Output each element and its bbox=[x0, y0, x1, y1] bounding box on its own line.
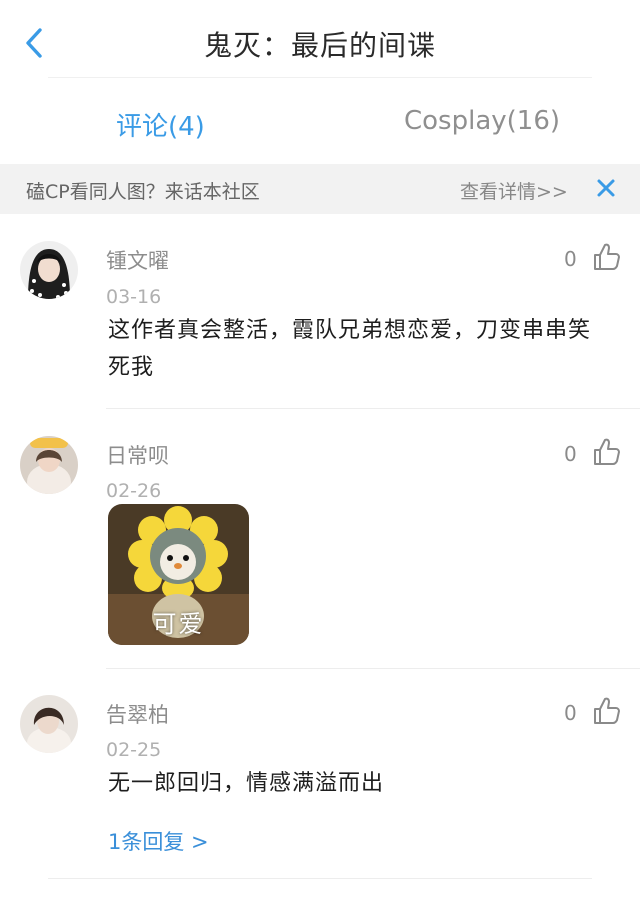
close-icon bbox=[597, 179, 615, 197]
banner-details-link[interactable]: 查看详情>> bbox=[460, 177, 568, 204]
comment-divider bbox=[106, 408, 640, 409]
like-count: 0 bbox=[564, 247, 577, 271]
sticker-caption: 可爱 bbox=[152, 610, 205, 638]
tab-cosplay[interactable]: Cosplay(16) bbox=[404, 106, 560, 136]
header-divider bbox=[48, 77, 592, 78]
avatar[interactable] bbox=[20, 241, 78, 299]
banner-close-button[interactable] bbox=[594, 176, 618, 200]
avatar[interactable] bbox=[20, 695, 78, 753]
promo-banner: 磕CP看同人图？来话本社区 查看详情>> bbox=[0, 164, 640, 214]
replies-link[interactable]: 1条回复 > bbox=[108, 826, 209, 856]
like-button[interactable] bbox=[592, 696, 622, 726]
like-button[interactable] bbox=[592, 437, 622, 467]
avatar-image bbox=[20, 241, 78, 299]
thumbs-up-icon bbox=[594, 243, 620, 270]
comment-username[interactable]: 锺文曜 bbox=[106, 245, 169, 275]
like-button[interactable] bbox=[592, 242, 622, 272]
comment-text: 无一郎回归，情感满溢而出 bbox=[108, 771, 385, 796]
comment-item: 锺文曜 03-16 这作者真会整活，霞队兄弟想恋爱，刀变串串笑死我 0 bbox=[0, 236, 640, 411]
comment-username[interactable]: 告翠柏 bbox=[106, 699, 169, 729]
thumbs-up-icon bbox=[594, 697, 620, 724]
comment-date: 03-16 bbox=[106, 286, 162, 308]
page-title: 鬼灭：最后的间谍 bbox=[203, 29, 436, 62]
comment-username[interactable]: 日常呗 bbox=[106, 440, 169, 470]
comment-divider bbox=[106, 668, 640, 669]
comment-date: 02-26 bbox=[106, 480, 162, 502]
list-end-divider bbox=[48, 878, 592, 879]
like-count: 0 bbox=[564, 701, 577, 725]
like-count: 0 bbox=[564, 442, 577, 466]
avatar[interactable] bbox=[20, 436, 78, 494]
comment-item: 日常呗 02-26 可爱 0 bbox=[0, 430, 640, 670]
thumbs-up-icon bbox=[594, 438, 620, 465]
banner-text: 磕CP看同人图？来话本社区 bbox=[26, 181, 260, 203]
tab-comments[interactable]: 评论(4) bbox=[116, 106, 205, 143]
tab-bar: 评论(4) Cosplay(16) bbox=[0, 88, 640, 158]
avatar-image bbox=[20, 436, 78, 494]
app-root: 鬼灭：最后的间谍 评论(4) Cosplay(16) 磕CP看同人图？来话本社区… bbox=[0, 0, 640, 913]
comment-date: 02-25 bbox=[106, 739, 162, 761]
comment-text: 这作者真会整活，霞队兄弟想恋爱，刀变串串笑死我 bbox=[108, 318, 592, 380]
header: 鬼灭：最后的间谍 bbox=[0, 0, 640, 86]
comment-item: 告翠柏 02-25 无一郎回归，情感满溢而出 1条回复 > 0 bbox=[0, 690, 640, 880]
sticker-image[interactable]: 可爱 bbox=[108, 504, 249, 645]
avatar-image bbox=[20, 695, 78, 753]
